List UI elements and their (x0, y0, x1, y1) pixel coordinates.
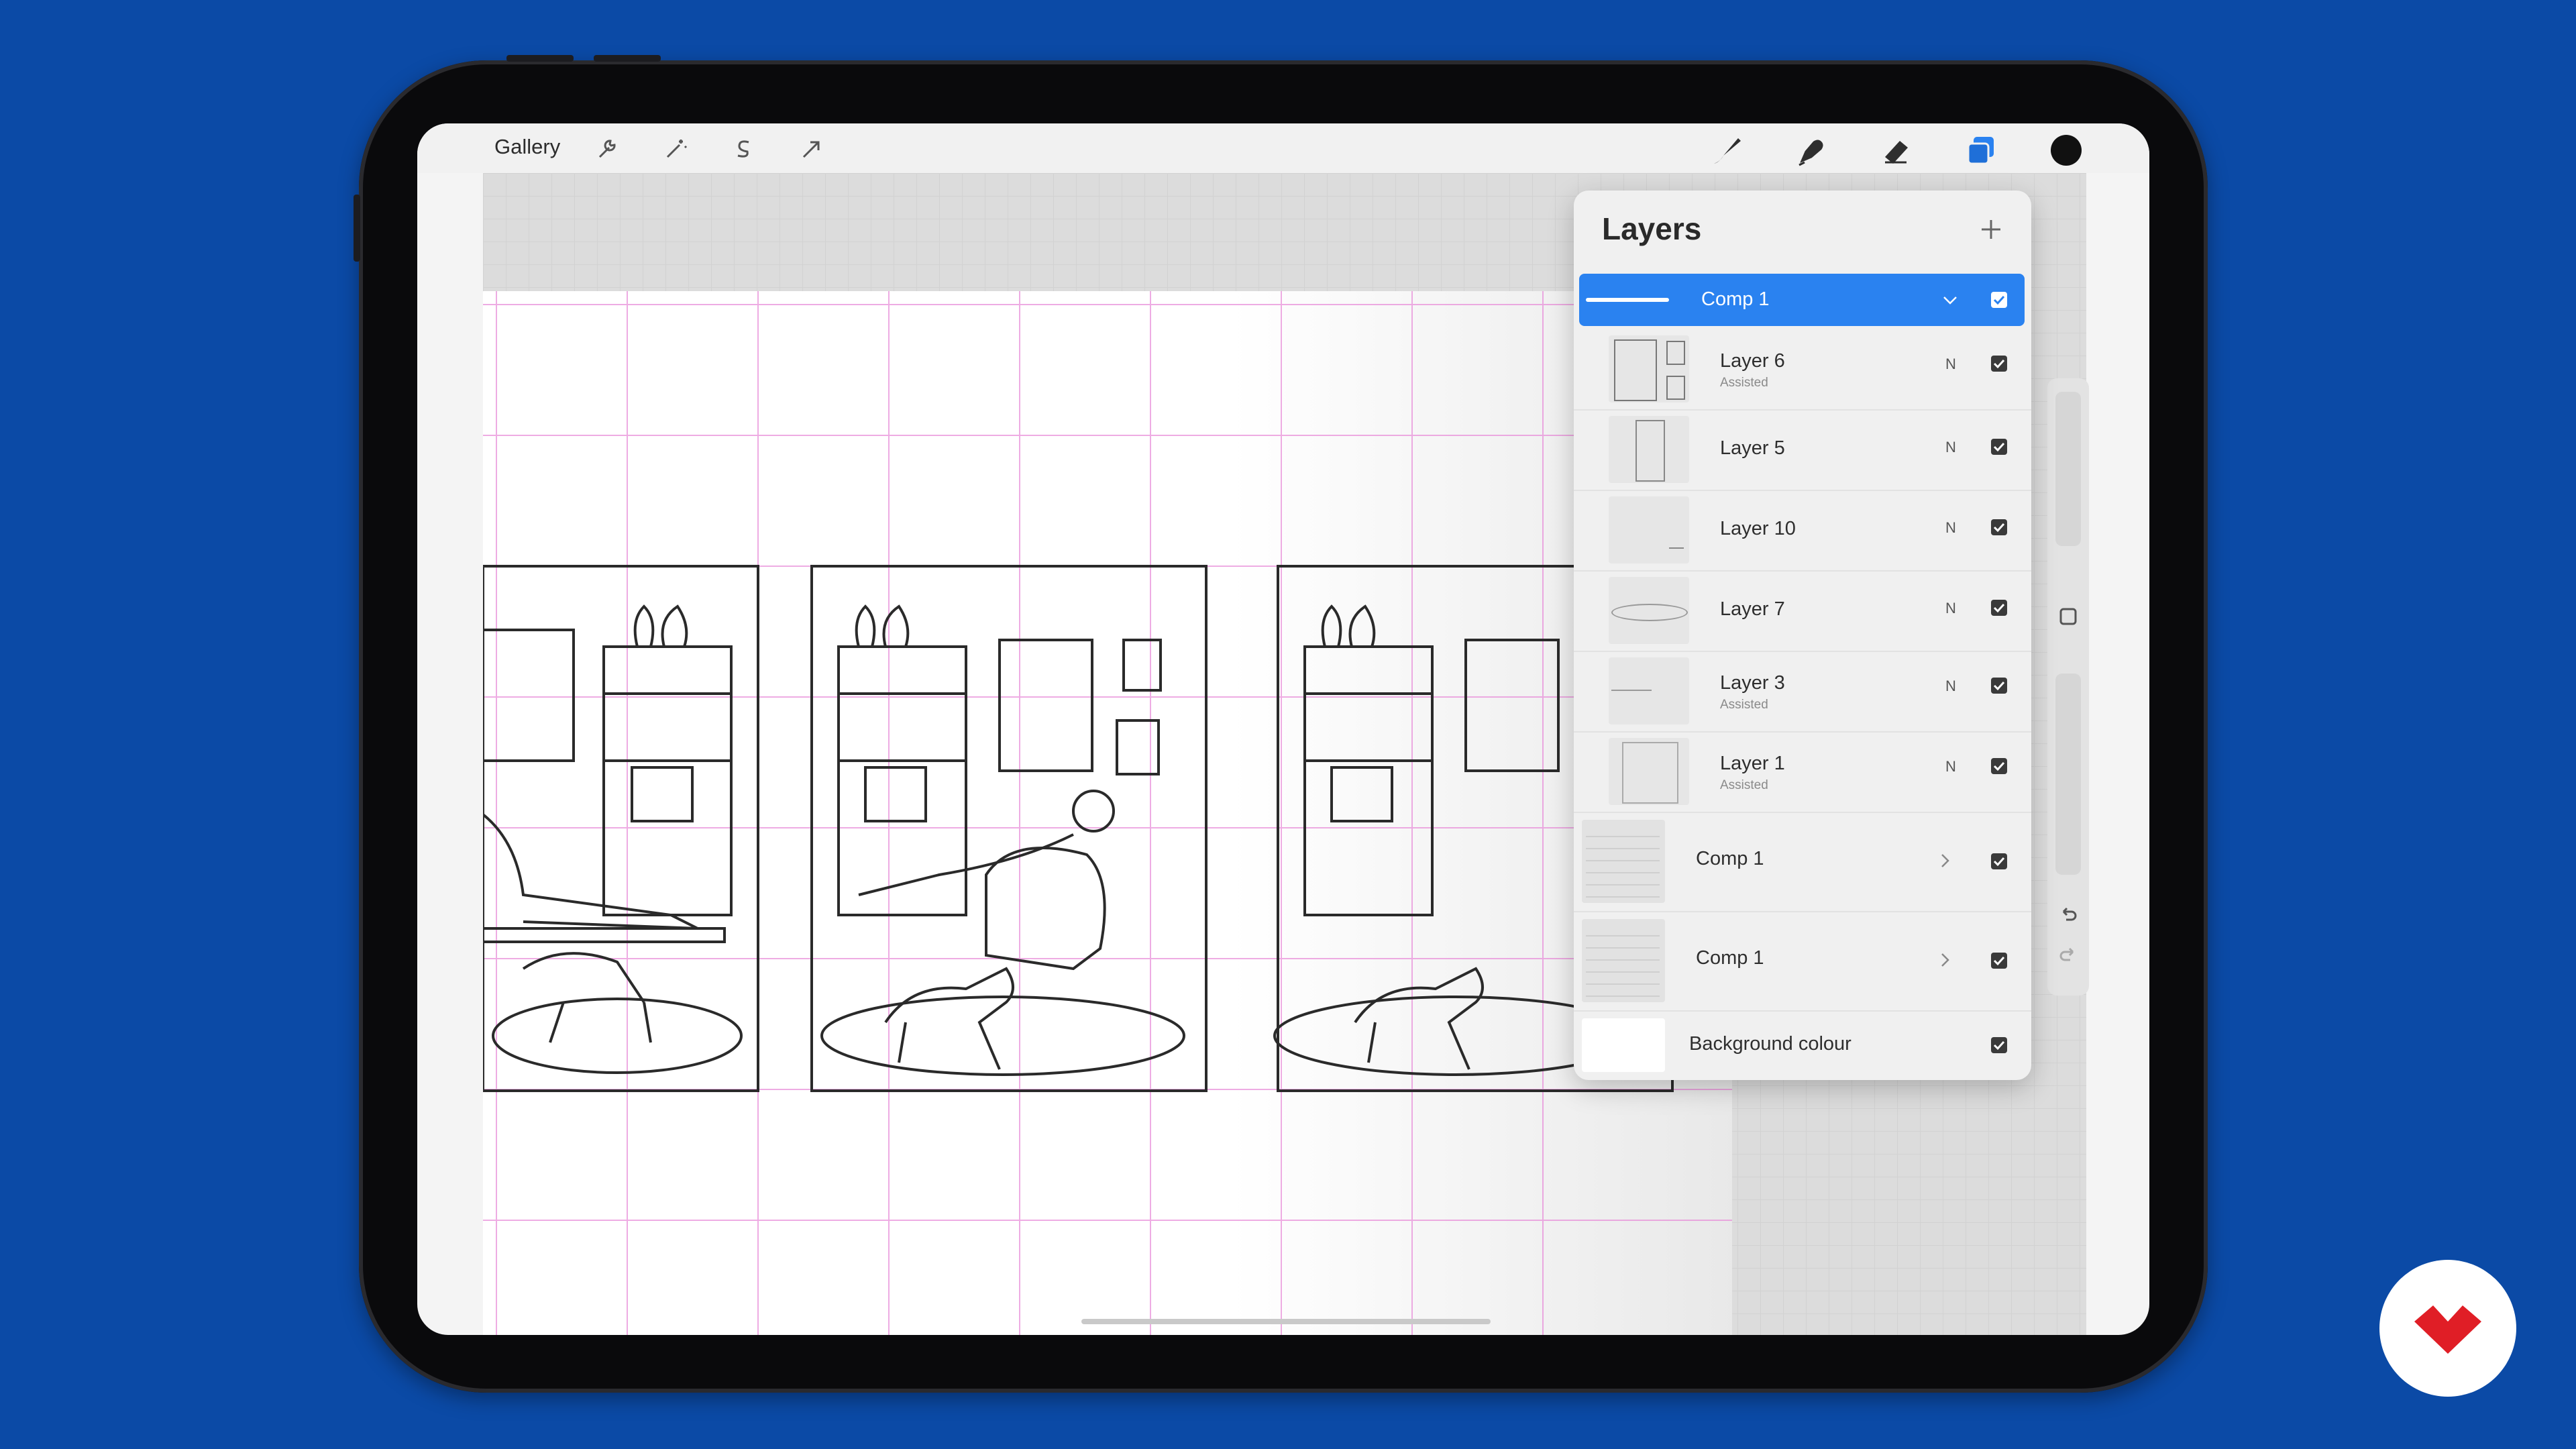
layer-row[interactable]: Layer 10 N (1574, 490, 2031, 572)
magic-wand-icon[interactable] (662, 136, 689, 162)
layer-group[interactable]: Comp 1 (1574, 812, 2031, 912)
layer-thumbnail (1609, 657, 1689, 724)
layers-title: Layers (1602, 211, 1702, 246)
blend-mode[interactable]: N (1945, 356, 1956, 373)
visibility-checkbox[interactable] (1991, 439, 2007, 455)
volume-button (506, 55, 574, 62)
redo-icon[interactable] (2058, 945, 2078, 965)
color-swatch[interactable] (2047, 131, 2085, 169)
background-colour-row[interactable]: Background colour (1574, 1010, 2031, 1080)
layer-group-active[interactable]: Comp 1 (1579, 274, 2025, 326)
plus-icon[interactable] (1978, 216, 2004, 243)
group-thumbnail (1582, 919, 1665, 1002)
layer-row[interactable]: Layer 7 N (1574, 570, 2031, 652)
layer-name: Layer 10 (1720, 518, 1796, 539)
wrench-icon[interactable] (593, 136, 620, 162)
layer-thumbnail (1609, 577, 1689, 644)
layer-thumbnail (1609, 416, 1689, 483)
layer-subtitle: Assisted (1720, 376, 1768, 390)
side-button (354, 195, 360, 262)
smudge-icon[interactable] (1792, 131, 1830, 169)
chevron-right-icon[interactable] (1936, 852, 1953, 869)
visibility-checkbox[interactable] (1991, 953, 2007, 969)
group-thumbnail (1582, 820, 1665, 903)
procreate-screen: Gallery Layers Comp 1 Layer 6 Assisted N… (417, 123, 2149, 1335)
layer-row[interactable]: Layer 3 Assisted N (1574, 651, 2031, 733)
visibility-checkbox[interactable] (1991, 853, 2007, 869)
layer-thumbnail (1609, 496, 1689, 564)
background-swatch[interactable] (1582, 1018, 1665, 1072)
visibility-checkbox[interactable] (1991, 600, 2007, 616)
visibility-checkbox[interactable] (1991, 758, 2007, 774)
sketch-artwork (483, 291, 1732, 1335)
opacity-slider[interactable] (2055, 674, 2081, 875)
right-sidebar (2047, 378, 2089, 996)
visibility-checkbox[interactable] (1991, 356, 2007, 372)
visibility-checkbox[interactable] (1991, 292, 2007, 308)
group-indicator (1586, 298, 1669, 302)
brush-icon[interactable] (1709, 131, 1746, 169)
layer-name: Comp 1 (1701, 288, 1770, 310)
layer-row[interactable]: Layer 5 N (1574, 409, 2031, 491)
layer-row[interactable]: Layer 1 Assisted N (1574, 731, 2031, 813)
brush-size-slider[interactable] (2055, 392, 2081, 546)
chevron-right-icon[interactable] (1936, 951, 1953, 969)
blend-mode[interactable]: N (1945, 678, 1956, 695)
blend-mode[interactable]: N (1945, 519, 1956, 537)
layers-panel: Layers Comp 1 Layer 6 Assisted N Layer 5… (1574, 191, 2031, 1080)
brand-logo (2379, 1260, 2516, 1397)
layer-group[interactable]: Comp 1 (1574, 911, 2031, 1012)
gallery-button[interactable]: Gallery (494, 135, 560, 159)
blend-mode[interactable]: N (1945, 600, 1956, 617)
layer-name: Layer 1 (1720, 753, 1785, 774)
layer-name: Layer 5 (1720, 437, 1785, 459)
brand-logo-icon (2414, 1305, 2481, 1354)
chevron-down-icon[interactable] (1941, 291, 1959, 309)
visibility-checkbox[interactable] (1991, 519, 2007, 535)
layer-name: Comp 1 (1696, 947, 1764, 969)
layer-name: Layer 3 (1720, 672, 1785, 694)
layer-thumbnail (1609, 738, 1689, 805)
layer-name: Layer 6 (1720, 350, 1785, 372)
home-indicator (1081, 1319, 1491, 1324)
layers-icon[interactable] (1962, 131, 1999, 169)
layer-name: Layer 7 (1720, 598, 1785, 620)
layer-subtitle: Assisted (1720, 778, 1768, 792)
blend-mode[interactable]: N (1945, 439, 1956, 456)
layer-name: Comp 1 (1696, 848, 1764, 869)
undo-icon[interactable] (2058, 905, 2078, 925)
transform-arrow-icon[interactable] (798, 136, 825, 162)
visibility-checkbox[interactable] (1991, 1037, 2007, 1053)
layer-row[interactable]: Layer 6 Assisted N (1574, 329, 2031, 411)
layer-thumbnail (1609, 335, 1689, 402)
selection-s-icon[interactable] (730, 136, 757, 162)
layer-name: Background colour (1689, 1033, 1851, 1055)
volume-button (594, 55, 661, 62)
blend-mode[interactable]: N (1945, 758, 1956, 775)
top-toolbar: Gallery (417, 123, 2149, 173)
visibility-checkbox[interactable] (1991, 678, 2007, 694)
layer-subtitle: Assisted (1720, 698, 1768, 712)
eraser-icon[interactable] (1877, 131, 1915, 169)
drawing-canvas[interactable] (483, 291, 1732, 1335)
modify-button-icon[interactable] (2058, 606, 2078, 627)
